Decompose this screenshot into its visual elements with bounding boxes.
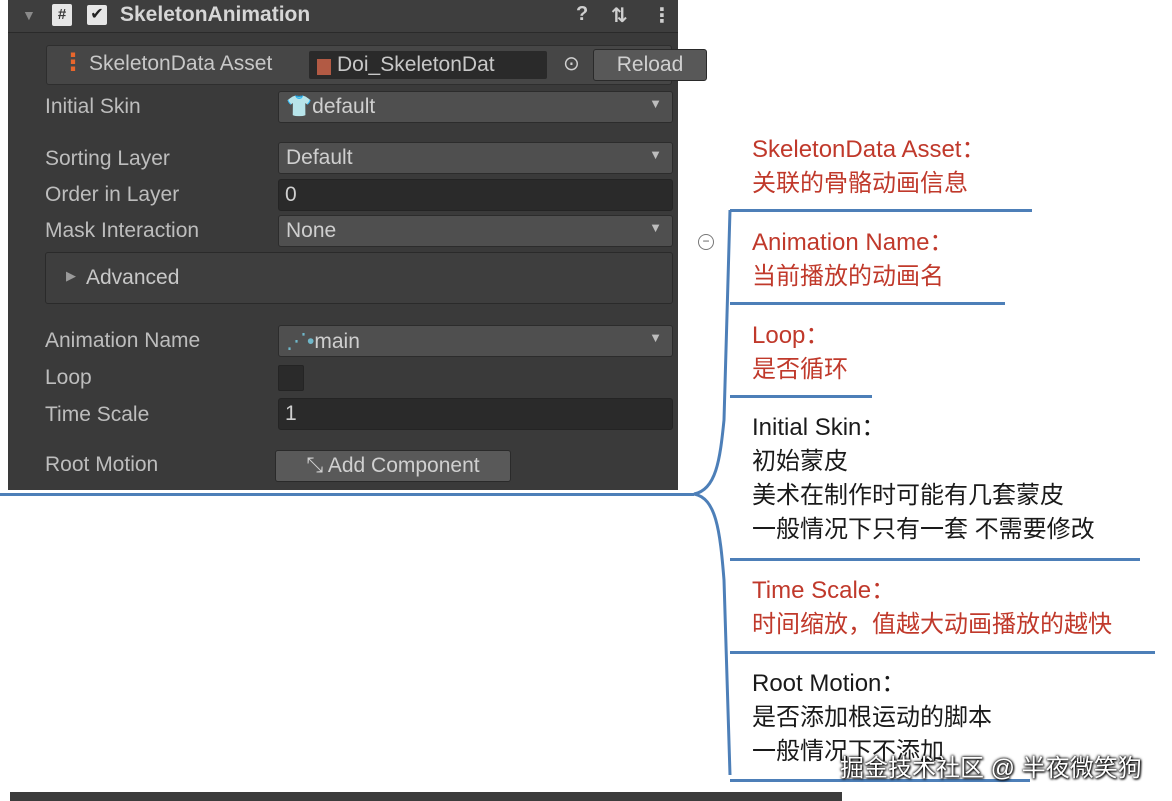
annotation-text: 关联的骨骼动画信息 [752,170,968,197]
annotation-underline [730,395,872,398]
annotation-text: 初始蒙皮 [752,448,848,475]
mind-map-branches [693,209,732,776]
bottom-bar [10,792,842,801]
annotation-underline [730,209,1032,212]
skeleton-data-label: SkeletonData Asset [89,52,273,75]
annotation-loop: Loop： 是否循环 [752,319,848,387]
annotation-text: 一般情况下只有一套 不需要修改 [752,516,1095,543]
annotation-underline [730,558,1140,561]
animation-name-dropdown[interactable]: ⋰•main ▼ [278,325,673,357]
annotation-title: Time Scale： [752,577,896,604]
annotation-skeleton-data: SkeletonData Asset： 关联的骨骼动画信息 [752,133,985,201]
watermark: 掘金技术社区 @ 半夜微笑狗 [840,755,1142,782]
initial-skin-value: 👕default [286,95,376,118]
order-in-layer-value: 0 [285,183,297,206]
annotation-title: Initial Skin： [752,414,886,441]
add-component-button[interactable]: ⤡ Add Component [275,450,511,482]
foldout-arrow-icon[interactable]: ▼ [22,7,36,23]
chevron-down-icon: ▼ [649,147,662,162]
foldout-right-icon: ▶ [66,268,76,283]
collapse-icon[interactable]: − [698,234,714,250]
skeleton-data-value: Doi_SkeletonDat [337,53,495,76]
object-picker-icon[interactable]: ⊙ [563,51,580,76]
context-menu-icon[interactable]: ⋮ [652,3,672,28]
chevron-down-icon: ▼ [649,330,662,345]
inspector-panel: ▼ # ✔ SkeletonAnimation ? ⇅ ⋮ ⋮ Skeleton… [8,0,707,490]
component-title: SkeletonAnimation [120,3,311,26]
root-motion-label: Root Motion [45,453,159,476]
annotation-text: 时间缩放，值越大动画播放的越快 [752,611,1112,638]
component-enabled-checkbox[interactable]: ✔ [87,5,107,25]
help-icon[interactable]: ? [576,3,588,26]
order-in-layer-field[interactable]: 0 [278,179,673,211]
animation-icon: ⋰• [286,330,315,353]
sorting-layer-dropdown[interactable]: Default ▼ [278,142,673,174]
annotation-animation-name: Animation Name： 当前播放的动画名 [752,226,953,294]
animation-name-label: Animation Name [45,329,201,352]
time-scale-field[interactable]: 1 [278,398,673,430]
time-scale-label: Time Scale [45,403,150,426]
presets-icon[interactable]: ⇅ [611,3,628,28]
advanced-label: Advanced [86,266,180,289]
annotation-text: 当前播放的动画名 [752,263,944,290]
annotation-title: SkeletonData Asset： [752,136,986,163]
asset-file-icon [317,59,331,75]
connector-line [0,493,694,496]
add-component-icon: ⤡ [306,454,328,477]
annotation-initial-skin: Initial Skin： 初始蒙皮 美术在制作时可能有几套蒙皮 一般情况下只有… [752,411,1095,547]
annotation-title: Loop： [752,322,830,349]
chevron-down-icon: ▼ [649,220,662,235]
loop-checkbox[interactable] [278,365,304,391]
skeleton-data-icon: ⋮ [61,49,85,76]
annotation-text: 是否循环 [752,356,848,383]
time-scale-value: 1 [285,402,297,425]
annotation-title: Root Motion： [752,670,906,697]
annotation-text: 是否添加根运动的脚本 [752,704,992,731]
advanced-foldout[interactable]: ▶ Advanced [45,252,673,304]
annotation-time-scale: Time Scale： 时间缩放，值越大动画播放的越快 [752,574,1112,642]
annotation-underline [730,302,1005,305]
skeleton-data-object-field[interactable]: Doi_SkeletonDat [309,51,547,79]
sorting-layer-value: Default [286,146,353,169]
annotation-title: Animation Name： [752,229,954,256]
chevron-down-icon: ▼ [649,96,662,111]
component-header[interactable]: ▼ # ✔ SkeletonAnimation ? ⇅ ⋮ [8,0,678,33]
mask-interaction-value: None [286,219,337,242]
loop-label: Loop [45,366,92,389]
order-in-layer-label: Order in Layer [45,183,180,206]
initial-skin-label: Initial Skin [45,95,141,118]
annotation-underline [730,651,1155,654]
animation-name-value: ⋰•main [286,330,360,353]
mask-interaction-dropdown[interactable]: None ▼ [278,215,673,247]
skeleton-data-asset-row: ⋮ SkeletonData Asset Doi_SkeletonDat ⊙ R… [46,45,707,85]
annotation-text: 美术在制作时可能有几套蒙皮 [752,482,1064,509]
reload-button[interactable]: Reload [593,49,707,81]
mask-interaction-label: Mask Interaction [45,219,200,242]
script-icon: # [52,4,72,26]
initial-skin-dropdown[interactable]: 👕default ▼ [278,91,673,123]
skin-icon: 👕 [286,95,313,118]
sorting-layer-label: Sorting Layer [45,147,170,170]
